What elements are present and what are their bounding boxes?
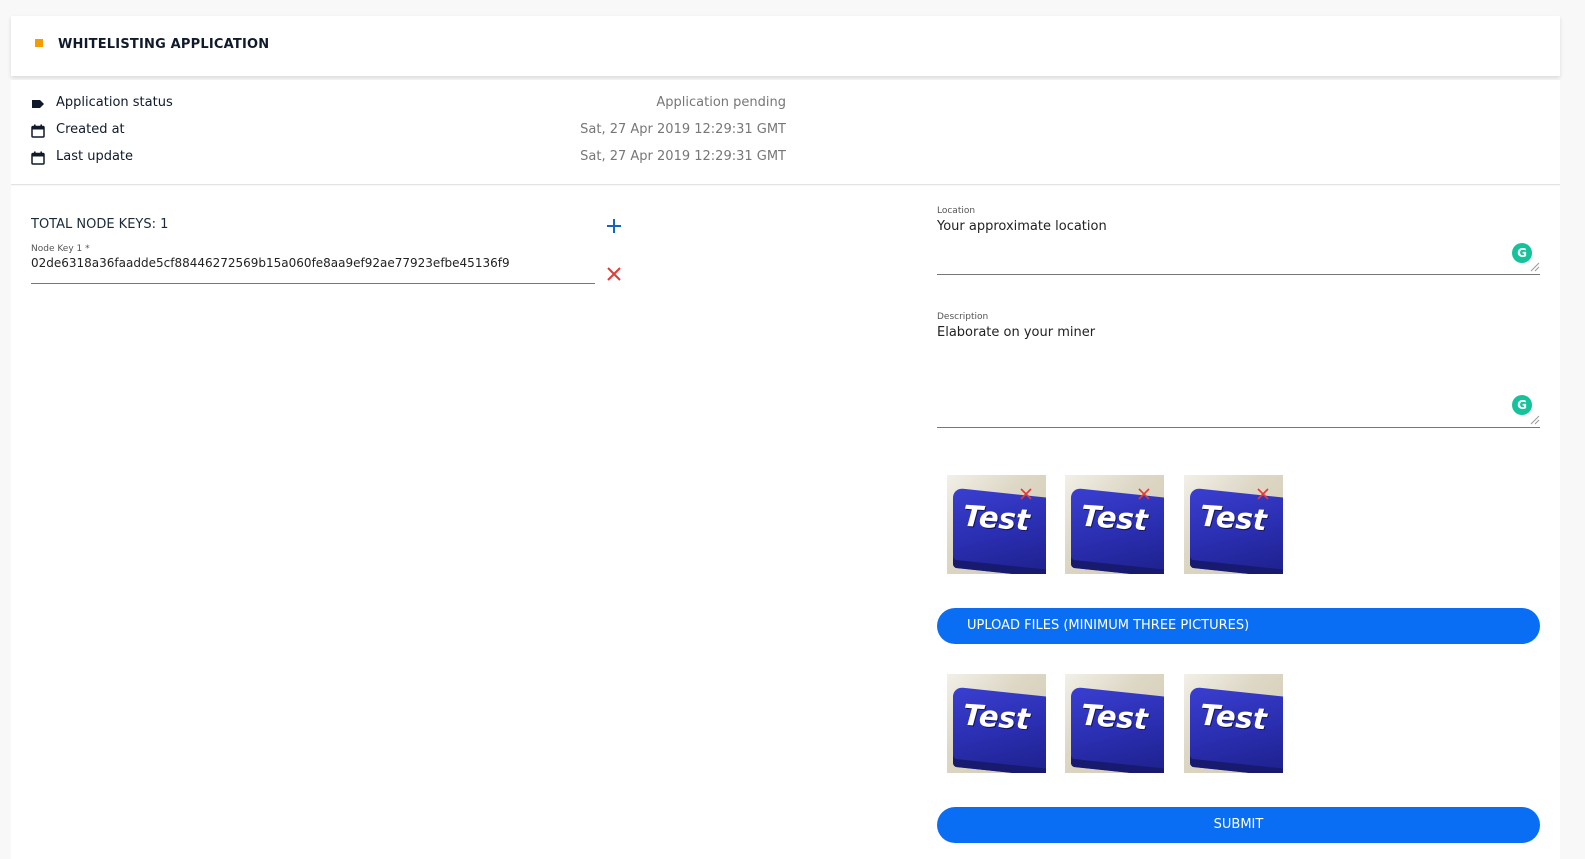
- preview-image: Test: [1065, 674, 1164, 773]
- node-key-input[interactable]: 02de6318a36faadde5cf88446272569b15a060fe…: [31, 256, 595, 270]
- resize-handle-icon[interactable]: [1528, 260, 1540, 272]
- location-field[interactable]: Location Your approximate location G: [937, 206, 1540, 275]
- calendar-icon: [31, 151, 45, 165]
- application-info: Application status Application pending C…: [11, 80, 1560, 185]
- preview-image: Test: [947, 674, 1046, 773]
- header-bullet-icon: [35, 39, 43, 47]
- info-label: Application status: [56, 95, 173, 110]
- uploaded-image: Test: [1065, 475, 1164, 574]
- image-text: Test: [1079, 498, 1149, 538]
- total-node-keys: TOTAL NODE KEYS: 1: [31, 217, 169, 232]
- info-row-updated: Last update Sat, 27 Apr 2019 12:29:31 GM…: [31, 148, 786, 168]
- info-value: Application pending: [656, 95, 786, 110]
- uploaded-image: Test: [947, 475, 1046, 574]
- preview-image: Test: [1184, 674, 1283, 773]
- plus-icon[interactable]: [605, 217, 623, 235]
- info-row-status: Application status Application pending: [31, 94, 786, 114]
- description-label: Description: [937, 312, 989, 322]
- application-form: TOTAL NODE KEYS: 1 Node Key 1 * 02de6318…: [11, 186, 1560, 859]
- image-text: Test: [1079, 697, 1149, 737]
- calendar-icon: [31, 124, 45, 138]
- grammarly-icon[interactable]: G: [1512, 395, 1532, 415]
- remove-image-icon[interactable]: [1256, 487, 1270, 501]
- info-label: Created at: [56, 122, 125, 137]
- description-input[interactable]: Elaborate on your miner: [937, 325, 1540, 340]
- remove-image-icon[interactable]: [1137, 487, 1151, 501]
- image-text: Test: [1198, 498, 1268, 538]
- remove-image-icon[interactable]: [1019, 487, 1033, 501]
- tag-icon: [32, 100, 44, 108]
- page-title: WHITELISTING APPLICATION: [58, 37, 270, 52]
- info-value: Sat, 27 Apr 2019 12:29:31 GMT: [580, 149, 786, 164]
- image-text: Test: [1198, 697, 1268, 737]
- close-icon[interactable]: [606, 266, 622, 282]
- image-text: Test: [961, 498, 1031, 538]
- image-text: Test: [961, 697, 1031, 737]
- node-key-label: Node Key 1 *: [31, 244, 90, 254]
- info-row-created: Created at Sat, 27 Apr 2019 12:29:31 GMT: [31, 121, 786, 141]
- header-card: WHITELISTING APPLICATION: [11, 16, 1560, 76]
- resize-handle-icon[interactable]: [1528, 413, 1540, 425]
- upload-files-button[interactable]: UPLOAD FILES (MINIMUM THREE PICTURES): [937, 608, 1540, 644]
- info-label: Last update: [56, 149, 134, 164]
- description-field[interactable]: Description Elaborate on your miner G: [937, 312, 1540, 428]
- info-value: Sat, 27 Apr 2019 12:29:31 GMT: [580, 122, 786, 137]
- uploaded-image: Test: [1184, 475, 1283, 574]
- location-input[interactable]: Your approximate location: [937, 219, 1540, 234]
- submit-button[interactable]: SUBMIT: [937, 807, 1540, 843]
- node-key-field[interactable]: Node Key 1 * 02de6318a36faadde5cf8844627…: [31, 244, 595, 284]
- location-label: Location: [937, 206, 976, 216]
